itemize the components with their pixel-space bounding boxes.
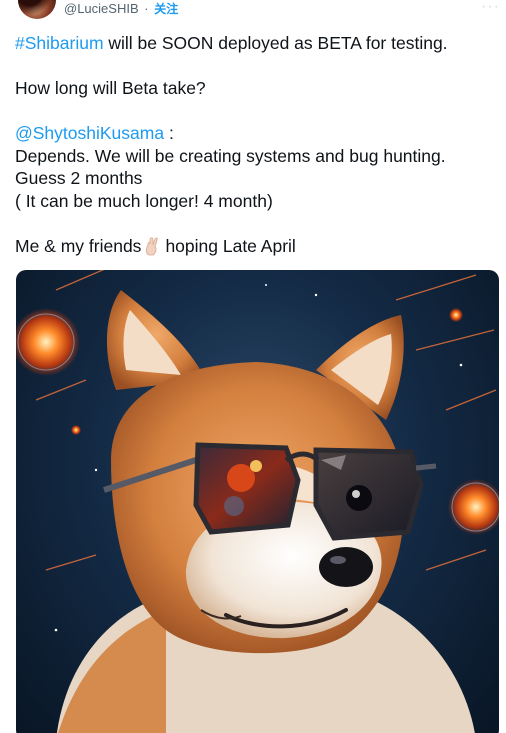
crossed-fingers-icon <box>143 236 161 256</box>
tweet-line-3-text: : <box>164 123 174 143</box>
tweet-media-image[interactable] <box>16 270 499 733</box>
tweet-line-1: #Shibarium will be SOON deployed as BETA… <box>15 32 499 55</box>
tweet-line-5: Guess 2 months <box>15 168 143 188</box>
glowing-planet-left <box>16 308 80 376</box>
hashtag-link[interactable]: #Shibarium <box>15 33 104 53</box>
tweet-text: #Shibarium will be SOON deployed as BETA… <box>15 32 499 257</box>
tweet-line-4: Depends. We will be creating systems and… <box>15 145 446 166</box>
avatar[interactable] <box>18 0 56 19</box>
tweet-line-7-start: Me & my friends <box>15 235 142 256</box>
more-options-icon[interactable]: ··· <box>481 0 500 16</box>
tweet-line-7-end: hoping Late April <box>165 235 296 256</box>
tweet-line-7: Me & my friends hoping Late April <box>15 235 499 258</box>
mention-link[interactable]: @ShytoshiKusama <box>15 123 164 143</box>
handle-row: @LucieSHIB · 关注 <box>64 1 178 17</box>
shiba-inu-with-sunglasses-image <box>16 270 499 733</box>
user-handle[interactable]: @LucieSHIB <box>64 1 139 16</box>
glowing-planet-right <box>448 479 499 535</box>
tweet-line-3: @ShytoshiKusama : <box>15 122 499 145</box>
tweet-line-1-text: will be SOON deployed as BETA for testin… <box>103 33 448 53</box>
avatar-shading <box>18 0 56 19</box>
tweet-line-2: How long will Beta take? <box>15 78 206 98</box>
tweet-header: @LucieSHIB · 关注 ··· <box>0 0 506 20</box>
follow-button[interactable]: 关注 <box>154 2 178 16</box>
separator-dot: · <box>144 1 149 16</box>
tweet-line-6: ( It can be much longer! 4 month) <box>15 190 273 211</box>
dog-nose <box>319 547 373 587</box>
